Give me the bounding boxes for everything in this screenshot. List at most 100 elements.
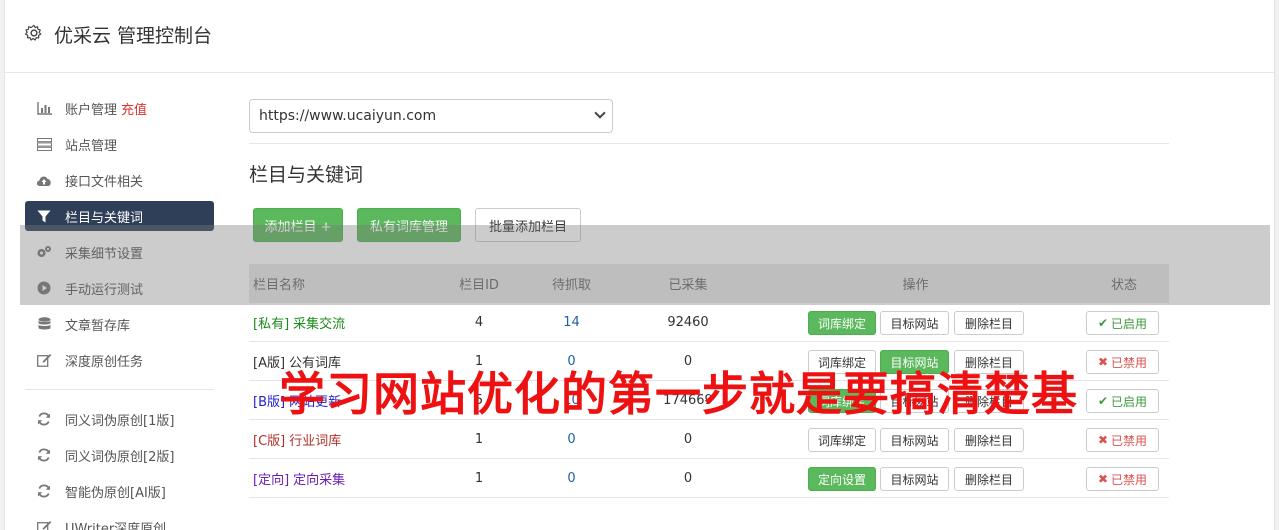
column-name[interactable]: [私有] 采集交流 bbox=[249, 313, 439, 332]
header-id: 栏目ID bbox=[459, 278, 499, 293]
cross-icon: ✖ bbox=[1097, 433, 1109, 447]
sidebar-item-b-2[interactable]: 智能伪原创[AI版] bbox=[25, 476, 214, 506]
filter-icon bbox=[36, 209, 52, 223]
sidebar-item-label: 深度原创任务 bbox=[65, 354, 144, 370]
play-circle-icon bbox=[36, 281, 52, 295]
disabled-toggle-button[interactable]: ✖ 已禁用 bbox=[1086, 467, 1159, 491]
enabled-toggle-button[interactable]: ✔ 已启用 bbox=[1086, 311, 1159, 335]
sidebar-item-a-1[interactable]: 站点管理 bbox=[25, 129, 214, 159]
sidebar-item-b-1[interactable]: 同义词伪原创[2版] bbox=[25, 440, 214, 470]
sidebar-item-label: 智能伪原创[AI版] bbox=[65, 485, 166, 501]
sidebar-item-label: UWriter深度原创 bbox=[65, 521, 167, 530]
sidebar-item-label: 手动运行测试 bbox=[65, 282, 144, 298]
cogs-icon bbox=[36, 245, 52, 259]
column-tag: [定向] bbox=[253, 472, 290, 488]
column-name[interactable]: [定向] 定向采集 bbox=[249, 469, 439, 488]
pending-count: 0 bbox=[567, 470, 576, 486]
section-title: 栏目与关键词 bbox=[249, 164, 364, 186]
sidebar-item-b-0[interactable]: 同义词伪原创[1版] bbox=[25, 404, 214, 434]
column-id: 4 bbox=[474, 314, 484, 330]
target-site-button[interactable]: 目标网站 bbox=[880, 467, 949, 491]
top-header: 优采云 管理控制台 bbox=[5, 0, 1274, 73]
target-site-button[interactable]: 目标网站 bbox=[880, 428, 949, 452]
refresh-icon bbox=[36, 484, 52, 498]
pending-count: 0 bbox=[567, 431, 576, 447]
disabled-toggle-button[interactable]: ✖ 已禁用 bbox=[1086, 350, 1159, 374]
chevron-down-icon bbox=[594, 107, 606, 119]
gear-icon bbox=[25, 24, 42, 41]
recharge-link[interactable]: 充值 bbox=[121, 99, 147, 118]
sidebar-item-label: 采集细节设置 bbox=[65, 246, 144, 262]
column-id: 1 bbox=[474, 431, 484, 447]
header-ops: 操作 bbox=[902, 278, 929, 293]
delete-column-button[interactable]: 删除栏目 bbox=[954, 467, 1024, 491]
column-title: 行业词库 bbox=[289, 433, 342, 449]
disabled-toggle-button[interactable]: ✖ 已禁用 bbox=[1086, 428, 1159, 452]
sidebar-item-label: 栏目与关键词 bbox=[65, 210, 144, 226]
check-icon: ✔ bbox=[1097, 316, 1109, 330]
target-site-button[interactable]: 目标网站 bbox=[880, 311, 949, 335]
sidebar: 账户管理 充值站点管理接口文件相关 栏目与关键词 采集细节设置 手动运行测试 文章暂存库深… bbox=[25, 93, 214, 530]
table-row: [私有] 采集交流 4 14 92460 词库绑定 目标网站 删除栏目 ✔ 已启用 bbox=[249, 303, 1169, 342]
state-label: 已启用 bbox=[1111, 394, 1148, 409]
state-label: 已禁用 bbox=[1111, 355, 1148, 370]
sidebar-item-a-6[interactable]: 文章暂存库 bbox=[25, 309, 214, 339]
header-state: 状态 bbox=[1110, 278, 1137, 293]
refresh-icon bbox=[36, 412, 52, 426]
collected-count: 0 bbox=[683, 470, 693, 486]
sidebar-item-label: 同义词伪原创[2版] bbox=[65, 449, 175, 465]
sidebar-item-label: 同义词伪原创[1版] bbox=[65, 413, 175, 429]
sidebar-item-label: 账户管理 bbox=[65, 102, 118, 118]
page-title: 优采云 管理控制台 bbox=[54, 25, 213, 47]
pending-count: 14 bbox=[563, 314, 580, 330]
sidebar-item-a-0[interactable]: 账户管理 充值 bbox=[25, 93, 214, 123]
header-wait: 待抓取 bbox=[551, 278, 591, 293]
refresh-icon bbox=[36, 448, 52, 462]
sidebar-item-label: 文章暂存库 bbox=[65, 318, 131, 334]
cross-icon: ✖ bbox=[1097, 472, 1109, 486]
delete-column-button[interactable]: 删除栏目 bbox=[954, 311, 1024, 335]
sidebar-item-a-2[interactable]: 接口文件相关 bbox=[25, 165, 214, 195]
collected-count: 0 bbox=[683, 431, 693, 447]
check-icon: ✔ bbox=[1097, 394, 1109, 408]
sidebar-item-a-7[interactable]: 深度原创任务 bbox=[25, 345, 214, 375]
table-row: [C版] 行业词库 1 0 0 词库绑定 目标网站 删除栏目 ✖ 已禁用 bbox=[249, 420, 1169, 459]
enabled-toggle-button[interactable]: ✔ 已启用 bbox=[1086, 389, 1159, 413]
app-frame: 优采云 管理控制台 账户管理 充值 站点管理 接口文件相关 栏目与关键词 采集细节设置 手动… bbox=[4, 0, 1275, 530]
private-lexicon-button[interactable]: 私有词库管理 bbox=[357, 208, 461, 242]
state-label: 已禁用 bbox=[1111, 472, 1148, 487]
column-id: 1 bbox=[474, 470, 484, 486]
edit-icon bbox=[36, 520, 52, 530]
sidebar-item-a-5[interactable]: 手动运行测试 bbox=[25, 273, 214, 303]
header-name: 栏目名称 bbox=[253, 278, 306, 293]
state-label: 已启用 bbox=[1111, 316, 1148, 331]
cross-icon: ✖ bbox=[1097, 355, 1109, 369]
column-name[interactable]: [C版] 行业词库 bbox=[249, 430, 439, 449]
cloud-upload-icon bbox=[36, 173, 52, 187]
sidebar-item-b-3[interactable]: UWriter深度原创 bbox=[25, 512, 214, 530]
add-column-button[interactable]: 添加栏目 + bbox=[253, 208, 343, 242]
column-tag: [C版] bbox=[253, 433, 286, 449]
column-tag: [私有] bbox=[253, 316, 290, 332]
lexicon-bind-button[interactable]: 词库绑定 bbox=[808, 311, 876, 335]
sidebar-item-a-3[interactable]: 栏目与关键词 bbox=[25, 201, 214, 231]
delete-column-button[interactable]: 删除栏目 bbox=[954, 428, 1024, 452]
site-select[interactable]: https://www.ucaiyun.com bbox=[249, 99, 613, 133]
lexicon-bind-button[interactable]: 词库绑定 bbox=[808, 428, 876, 452]
batch-add-button[interactable]: 批量添加栏目 bbox=[475, 208, 581, 242]
database-icon bbox=[36, 317, 52, 331]
sidebar-divider bbox=[25, 389, 214, 390]
site-select-value: https://www.ucaiyun.com bbox=[259, 108, 437, 124]
column-title: 定向采集 bbox=[293, 472, 346, 488]
lexicon-bind-button[interactable]: 定向设置 bbox=[808, 467, 876, 491]
sidebar-item-a-4[interactable]: 采集细节设置 bbox=[25, 237, 214, 267]
sidebar-item-label: 站点管理 bbox=[65, 138, 118, 154]
divider bbox=[249, 143, 1169, 144]
state-label: 已禁用 bbox=[1111, 433, 1148, 448]
watermark-text: 学习网站优化的第一步就是要搞清楚基 bbox=[279, 367, 1078, 421]
sidebar-item-label: 接口文件相关 bbox=[65, 174, 144, 190]
server-icon bbox=[36, 137, 52, 151]
collected-count: 92460 bbox=[667, 314, 709, 330]
column-title: 采集交流 bbox=[293, 316, 346, 332]
table-header: 栏目名称 栏目ID 待抓取 已采集 操作 状态 bbox=[249, 264, 1169, 303]
